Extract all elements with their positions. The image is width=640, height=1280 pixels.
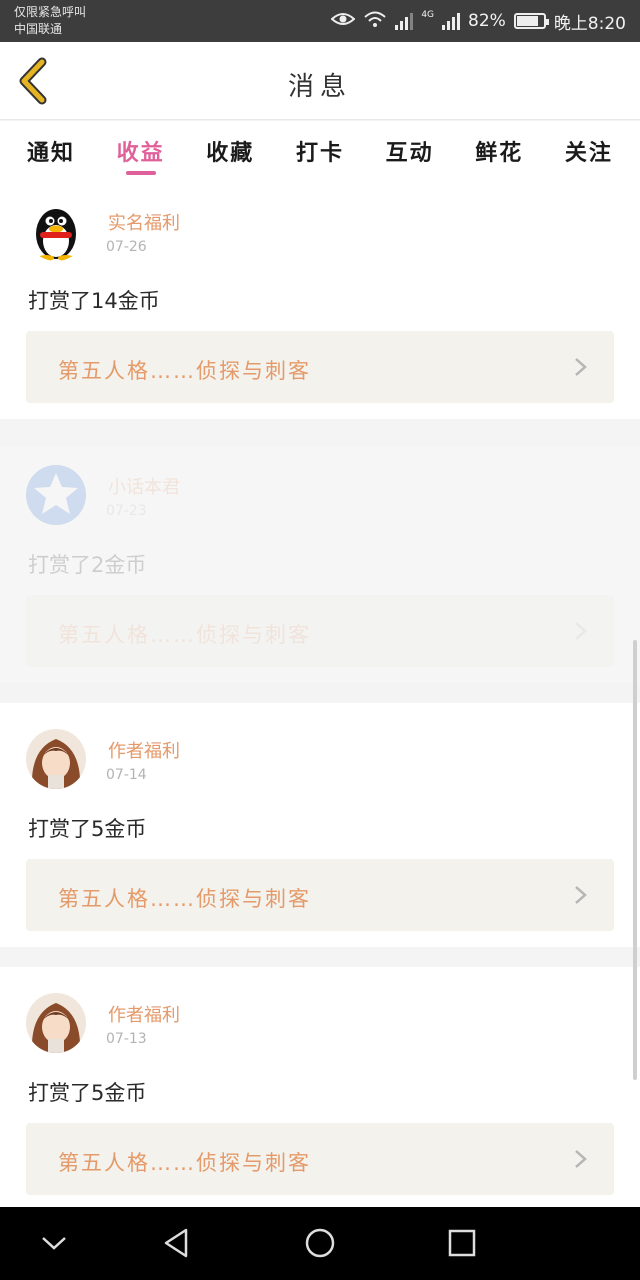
carrier-line-1: 仅限紧急呼叫 <box>14 5 87 19</box>
chevron-down-icon <box>42 1237 66 1250</box>
tab-checkin[interactable]: 打卡 <box>281 121 359 183</box>
sender-name[interactable]: 作者福利 <box>108 737 180 763</box>
battery-icon <box>513 13 549 29</box>
battery-percent: 82% <box>468 11 506 31</box>
chevron-right-icon <box>575 358 587 376</box>
back-nav-button[interactable] <box>158 1223 198 1263</box>
triangle-back-icon <box>164 1228 188 1258</box>
carrier-line-2: 中国联通 <box>14 22 63 36</box>
signal-icon-2 <box>442 12 461 30</box>
sender-name[interactable]: 作者福利 <box>108 1001 180 1027</box>
sender-name[interactable]: 小话本君 <box>108 473 180 499</box>
story-link[interactable]: 第五人格……侦探与刺客 <box>26 859 614 931</box>
clock: 晚上8:20 <box>553 13 626 34</box>
message-date: 07-14 <box>106 767 147 783</box>
status-bar: 仅限紧急呼叫 中国联通 4G 82% 晚上8:20 <box>0 0 640 42</box>
list-item[interactable]: 实名福利 07-26 打赏了14金币 第五人格……侦探与刺客 <box>0 183 640 419</box>
eye-icon <box>330 11 356 32</box>
message-date: 07-23 <box>106 503 147 519</box>
qq-penguin-icon <box>26 201 86 261</box>
list-item[interactable]: 作者福利 07-14 打赏了5金币 第五人格……侦探与刺客 <box>0 703 640 947</box>
chevron-right-icon <box>575 886 587 904</box>
tab-following[interactable]: 关注 <box>550 121 628 183</box>
message-text: 打赏了5金币 <box>28 817 147 841</box>
message-text: 打赏了14金币 <box>28 289 160 313</box>
recents-nav-button[interactable] <box>442 1223 482 1263</box>
tab-bar: 通知 收益 收藏 打卡 互动 鲜花 关注 <box>0 121 640 183</box>
square-recents-icon <box>448 1229 476 1257</box>
navigation-bar <box>0 1207 640 1280</box>
story-link-title: 第五人格……侦探与刺客 <box>58 887 311 911</box>
chevron-right-icon <box>575 1150 587 1168</box>
sender-name[interactable]: 实名福利 <box>108 209 180 235</box>
chevron-right-icon <box>575 622 587 640</box>
tab-notifications[interactable]: 通知 <box>12 121 90 183</box>
story-link-title: 第五人格……侦探与刺客 <box>58 623 311 647</box>
network-type: 4G <box>421 10 435 20</box>
story-link[interactable]: 第五人格……侦探与刺客 <box>26 331 614 403</box>
message-text: 打赏了5金币 <box>28 1081 147 1105</box>
tab-interactions[interactable]: 互动 <box>371 121 449 183</box>
app-logo-icon <box>26 465 86 525</box>
message-text: 打赏了2金币 <box>28 553 147 577</box>
circle-home-icon <box>305 1228 335 1258</box>
tab-earnings[interactable]: 收益 <box>102 121 180 183</box>
story-link-title: 第五人格……侦探与刺客 <box>58 1151 311 1175</box>
anime-avatar-icon <box>26 993 86 1053</box>
scrollbar[interactable] <box>633 640 637 1080</box>
list-item[interactable]: 小话本君 07-23 打赏了2金币 第五人格……侦探与刺客 <box>0 447 640 683</box>
carrier-info: 仅限紧急呼叫 中国联通 <box>14 4 86 38</box>
signal-icon-1 <box>395 12 414 30</box>
anime-avatar-icon <box>26 729 86 789</box>
tab-favorites[interactable]: 收藏 <box>191 121 269 183</box>
page-title: 消息 <box>287 72 352 102</box>
message-date: 07-26 <box>106 239 147 255</box>
story-link-title: 第五人格……侦探与刺客 <box>58 359 311 383</box>
tab-flowers[interactable]: 鲜花 <box>460 121 538 183</box>
message-date: 07-13 <box>106 1031 147 1047</box>
story-link[interactable]: 第五人格……侦探与刺客 <box>26 1123 614 1195</box>
list-item[interactable]: 作者福利 07-13 打赏了5金币 第五人格……侦探与刺客 <box>0 967 640 1207</box>
story-link[interactable]: 第五人格……侦探与刺客 <box>26 595 614 667</box>
home-nav-button[interactable] <box>300 1223 340 1263</box>
wifi-icon <box>363 10 387 33</box>
hide-nav-button[interactable] <box>34 1223 74 1263</box>
app-header: 消息 <box>0 42 640 120</box>
